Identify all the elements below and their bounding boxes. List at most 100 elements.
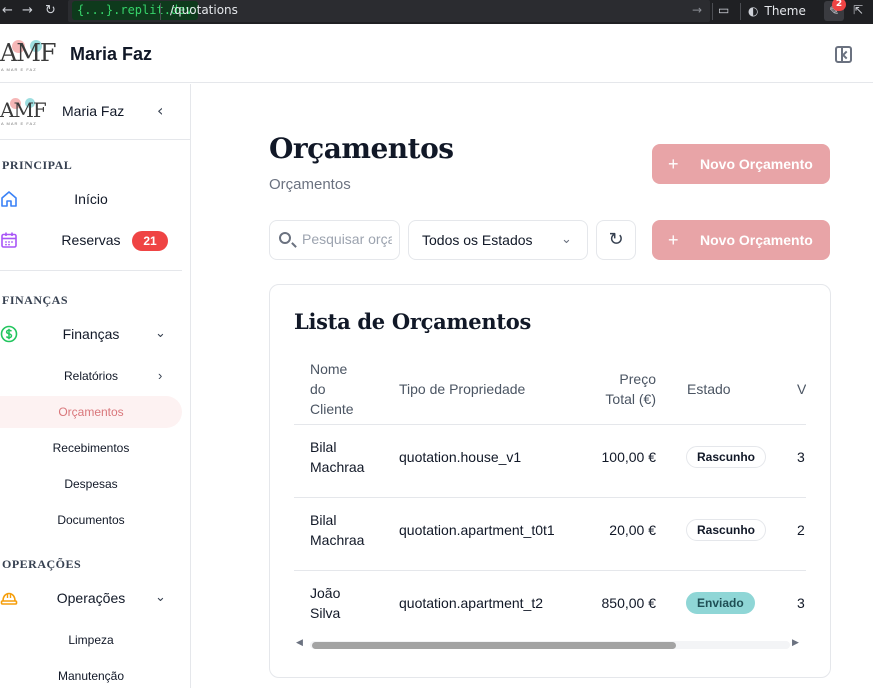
- sidebar-subitem-label: Orçamentos: [58, 405, 124, 419]
- app-title: Maria Faz: [70, 44, 153, 64]
- sidebar-item-financas[interactable]: Finanças ⌄: [0, 316, 182, 352]
- header-line: Cliente: [310, 401, 354, 417]
- toolbar-divider: [740, 3, 741, 20]
- header-line: Total (€): [605, 391, 656, 407]
- header-line: do: [310, 381, 326, 397]
- new-quotation-button-secondary[interactable]: + Novo Orçamento: [652, 220, 830, 260]
- chevron-down-icon: ⌄: [561, 231, 572, 246]
- back-arrow-icon[interactable]: ←: [2, 3, 13, 18]
- sidebar-subitem-recebimentos[interactable]: Recebimentos: [0, 432, 182, 464]
- cell-next: 2: [797, 522, 805, 538]
- quotations-table: Nome do Cliente Tipo de Propriedade Preç…: [294, 351, 806, 637]
- theme-button[interactable]: ◐ Theme: [748, 1, 816, 21]
- sidebar-subitem-label: Limpeza: [68, 633, 114, 647]
- cell-client: Bilal Machraa: [310, 510, 364, 550]
- cell-price: 20,00 €: [609, 522, 656, 538]
- sidebar-logo: AMF A MAR E FAZ: [0, 96, 52, 126]
- panel-toggle-icon[interactable]: [835, 46, 852, 63]
- quotations-card: Lista de Orçamentos Nome do Cliente Tipo…: [269, 284, 831, 678]
- horizontal-scrollbar[interactable]: ◀ ▶: [294, 637, 806, 651]
- sidebar-subitem-label: Documentos: [57, 513, 125, 527]
- client-line: João: [310, 585, 341, 601]
- row-divider: [294, 424, 806, 425]
- plus-icon: +: [668, 154, 679, 174]
- client-line: Bilal: [310, 439, 337, 455]
- cell-next: 3: [797, 595, 805, 611]
- sidebar-subitem-documentos[interactable]: Documentos: [0, 504, 182, 536]
- header-line: Preço: [619, 371, 656, 387]
- column-header-property[interactable]: Tipo de Propriedade: [399, 379, 525, 399]
- refresh-button[interactable]: ↻: [596, 220, 636, 260]
- client-line: Bilal: [310, 512, 337, 528]
- search-icon: [279, 232, 291, 244]
- sidebar-subitem-relatorios[interactable]: Relatórios ›: [0, 360, 182, 392]
- external-link-icon[interactable]: ⇱: [853, 3, 863, 17]
- column-header-status[interactable]: Estado: [687, 379, 731, 399]
- sidebar-subitem-orcamentos[interactable]: Orçamentos: [0, 396, 182, 428]
- client-line: Silva: [310, 605, 341, 621]
- page-subtitle: Orçamentos: [269, 176, 351, 193]
- sidebar-item-label: Início: [74, 191, 108, 207]
- app-logo: AMF A MAR E FAZ: [0, 37, 62, 73]
- sidebar-user-name: Maria Faz: [62, 103, 125, 119]
- screen-icon[interactable]: ▭: [718, 3, 729, 17]
- sidebar-header: AMF A MAR E FAZ Maria Faz ‹: [0, 84, 190, 140]
- palette-icon: ◐: [748, 4, 759, 18]
- column-header-client[interactable]: Nome do Cliente: [310, 359, 354, 419]
- sidebar-subitem-label: Manutenção: [57, 669, 125, 683]
- client-line: Machraa: [310, 459, 365, 475]
- status-badge: Rascunho: [686, 519, 767, 541]
- main-content: Orçamentos Orçamentos + Novo Orçamento T…: [192, 84, 873, 688]
- sidebar-subitem-limpeza[interactable]: Limpeza: [0, 624, 182, 656]
- card-title: Lista de Orçamentos: [294, 309, 531, 334]
- status-filter-select[interactable]: Todos os Estados ⌄: [408, 220, 588, 260]
- logo-subtitle: A MAR E FAZ: [1, 121, 37, 126]
- sidebar-item-operacoes[interactable]: Operações ⌄: [0, 580, 182, 616]
- forward-arrow-icon[interactable]: →: [22, 3, 33, 18]
- scroll-right-icon[interactable]: ▶: [792, 638, 799, 648]
- section-financas: FINANÇAS: [2, 293, 69, 307]
- section-principal: PRINCIPAL: [2, 158, 73, 172]
- sidebar-item-inicio[interactable]: Início: [0, 181, 182, 217]
- column-header-next[interactable]: V: [797, 379, 806, 399]
- url-path[interactable]: /quotations: [170, 3, 238, 17]
- app-header: AMF A MAR E FAZ Maria Faz: [0, 27, 873, 83]
- row-divider: [294, 570, 806, 571]
- toolbar-divider: [712, 3, 713, 20]
- logo-text: AMF: [0, 39, 57, 67]
- reload-icon[interactable]: ↻: [45, 3, 56, 18]
- search-input[interactable]: [302, 231, 392, 247]
- client-line: Machraa: [310, 532, 365, 548]
- search-field[interactable]: [269, 220, 400, 260]
- chevron-down-icon: ⌄: [155, 589, 166, 604]
- sidebar: AMF A MAR E FAZ Maria Faz ‹ PRINCIPAL In…: [0, 84, 191, 688]
- collapse-sidebar-icon[interactable]: ‹: [157, 101, 163, 120]
- sidebar-subitem-label: Recebimentos: [52, 441, 130, 455]
- button-label: Novo Orçamento: [700, 232, 813, 248]
- status-filter-value: Todos os Estados: [422, 232, 533, 248]
- sidebar-subitem-label: Despesas: [64, 477, 118, 491]
- logo-text: AMF: [0, 98, 47, 122]
- section-operacoes: OPERAÇÕES: [2, 557, 82, 571]
- new-quotation-button[interactable]: + Novo Orçamento: [652, 144, 830, 184]
- logo-subtitle: A MAR E FAZ: [1, 67, 37, 72]
- refresh-icon: ↻: [608, 229, 624, 250]
- row-divider: [294, 497, 806, 498]
- cell-property: quotation.apartment_t0t1: [399, 522, 555, 538]
- browser-toolbar: ← → ↻ {...}.replit.dev /quotations → ▭ ◐…: [0, 0, 873, 24]
- status-badge: Rascunho: [686, 446, 767, 468]
- cell-property: quotation.house_v1: [399, 449, 522, 465]
- cell-client: Bilal Machraa: [310, 437, 364, 477]
- sidebar-item-reservas[interactable]: Reservas 21: [0, 222, 182, 258]
- scroll-left-icon[interactable]: ◀: [296, 638, 303, 648]
- cell-price: 100,00 €: [601, 449, 657, 465]
- scroll-thumb[interactable]: [312, 642, 676, 649]
- sidebar-subitem-label: Relatórios: [63, 369, 119, 383]
- cell-price: 850,00 €: [601, 595, 657, 611]
- column-header-price[interactable]: Preço Total (€): [594, 369, 656, 409]
- plus-icon: +: [668, 230, 679, 250]
- sidebar-subitem-manutencao[interactable]: Manutenção: [0, 660, 182, 692]
- sidebar-subitem-despesas[interactable]: Despesas: [0, 468, 182, 500]
- cell-next: 3: [797, 449, 805, 465]
- open-arrow-icon[interactable]: →: [692, 3, 702, 17]
